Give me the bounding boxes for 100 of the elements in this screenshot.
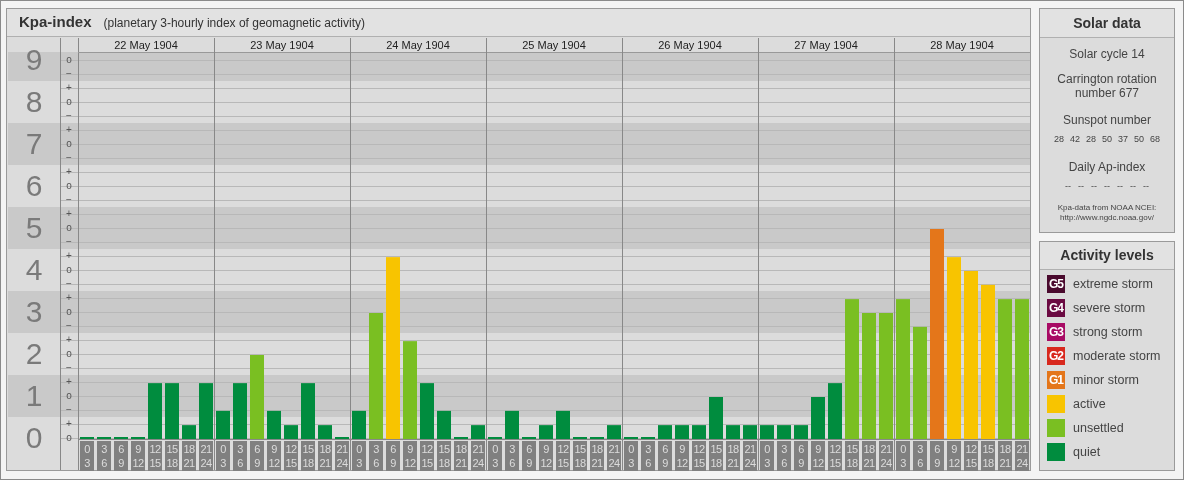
time-range-label: 18 21 [726, 441, 740, 471]
axis-mark: − [65, 279, 73, 289]
time-range-label: 21 24 [335, 441, 349, 471]
time-range-label: 3 6 [913, 441, 927, 471]
time-range-label: 9 12 [811, 441, 825, 471]
level-badge: G2 [1047, 347, 1065, 365]
ap-value: -- [1130, 179, 1136, 193]
level-badge: G1 [1047, 371, 1065, 389]
day-label: 28 May 1904 [929, 38, 995, 52]
axis-number: 9 [24, 44, 44, 76]
day-label: 27 May 1904 [793, 38, 859, 52]
sunspot-label: Sunspot number [1062, 112, 1152, 129]
axis-mark: + [65, 335, 73, 345]
axis-number: 8 [24, 86, 44, 118]
sunspot-value: 28 [1053, 133, 1064, 146]
time-range-label: 15 18 [573, 441, 587, 471]
carrington-text: Carrington rotation number 677 [1056, 72, 1158, 100]
ap-index-label: Daily Ap-index [1068, 158, 1146, 176]
sunspot-value: 68 [1150, 133, 1161, 146]
time-range-label: 9 12 [131, 441, 145, 471]
axis-number: 5 [24, 212, 44, 244]
time-range-label: 18 21 [454, 441, 468, 471]
panel-title: Solar data [1040, 9, 1174, 38]
solar-cycle-text: Solar cycle 14 [1069, 46, 1145, 63]
level-label: severe storm [1073, 299, 1146, 317]
axis-mark: − [65, 195, 73, 205]
axis-mark: + [65, 251, 73, 261]
day-label: 22 May 1904 [113, 38, 179, 52]
time-range-label: 6 9 [794, 441, 808, 471]
time-range-label: 12 15 [964, 441, 978, 471]
time-range-label: 18 21 [590, 441, 604, 471]
time-range-label: 15 18 [437, 441, 451, 471]
ap-value: -- [1065, 179, 1071, 193]
axis-mark: + [65, 209, 73, 219]
source-text: Kpa-data from NOAA NCEI: [1057, 203, 1157, 213]
time-range-label: 12 15 [420, 441, 434, 471]
time-range-label: 12 15 [692, 441, 706, 471]
time-range-label: 12 15 [556, 441, 570, 471]
time-range-label: 18 21 [182, 441, 196, 471]
axis-mark: − [65, 237, 73, 247]
axis-number: 0 [24, 422, 44, 454]
time-range-label: 15 18 [845, 441, 859, 471]
axis-mark: o [65, 139, 73, 149]
axis-mark: − [65, 363, 73, 373]
time-range-label: 21 24 [743, 441, 757, 471]
axis-mark: + [65, 125, 73, 135]
axis-mark: o [65, 307, 73, 317]
level-badge: G3 [1047, 323, 1065, 341]
axis-mark: o [65, 181, 73, 191]
day-label: 26 May 1904 [657, 38, 723, 52]
axis-mark: o [65, 349, 73, 359]
time-range-label: 21 24 [471, 441, 485, 471]
time-range-label: 9 12 [403, 441, 417, 471]
axis-mark: − [65, 153, 73, 163]
time-range-label: 15 18 [165, 441, 179, 471]
axis-number: 3 [24, 296, 44, 328]
axis-number: 2 [24, 338, 44, 370]
level-label: moderate storm [1073, 347, 1161, 365]
axis-mark: − [65, 321, 73, 331]
time-range-label: 21 24 [199, 441, 213, 471]
level-label: quiet [1073, 443, 1101, 461]
axis-mark: + [65, 419, 73, 429]
level-label: minor storm [1073, 371, 1139, 389]
time-range-label: 12 15 [284, 441, 298, 471]
sunspot-value: 50 [1134, 133, 1145, 146]
axis-mark: o [65, 265, 73, 275]
sunspot-value: 37 [1118, 133, 1128, 146]
level-label: extreme storm [1073, 275, 1153, 293]
time-range-label: 0 3 [760, 441, 774, 471]
ap-value: -- [1143, 179, 1149, 193]
time-range-label: 3 6 [369, 441, 383, 471]
chart-title: Kpa-index [19, 12, 92, 33]
axis-mark: + [65, 377, 73, 387]
axis-mark: o [65, 55, 73, 65]
time-range-label: 18 21 [318, 441, 332, 471]
time-range-label: 0 3 [624, 441, 638, 471]
sunspot-value: 50 [1102, 133, 1112, 146]
level-badge: G4 [1047, 299, 1065, 317]
axis-mark: − [65, 111, 73, 121]
ap-value: -- [1104, 179, 1110, 193]
time-range-label: 3 6 [233, 441, 247, 471]
ap-value: -- [1091, 179, 1097, 193]
time-range-label: 9 12 [539, 441, 553, 471]
day-label: 25 May 1904 [521, 38, 587, 52]
axis-number: 6 [24, 170, 44, 202]
axis-number: 1 [24, 380, 44, 412]
time-range-label: 21 24 [1015, 441, 1029, 471]
axis-mark: + [65, 293, 73, 303]
panel-title: Activity levels [1040, 242, 1174, 270]
time-range-label: 0 3 [216, 441, 230, 471]
axis-number: 7 [24, 128, 44, 160]
time-range-label: 6 9 [930, 441, 944, 471]
level-label: strong storm [1073, 323, 1143, 341]
axis-mark: + [65, 83, 73, 93]
axis-mark: o [65, 433, 73, 443]
time-range-label: 21 24 [879, 441, 893, 471]
time-range-label: 15 18 [709, 441, 723, 471]
day-label: 23 May 1904 [249, 38, 315, 52]
chart-subtitle: (planetary 3-hourly index of geomagnetic activity) [103, 14, 365, 32]
time-range-label: 0 3 [352, 441, 366, 471]
